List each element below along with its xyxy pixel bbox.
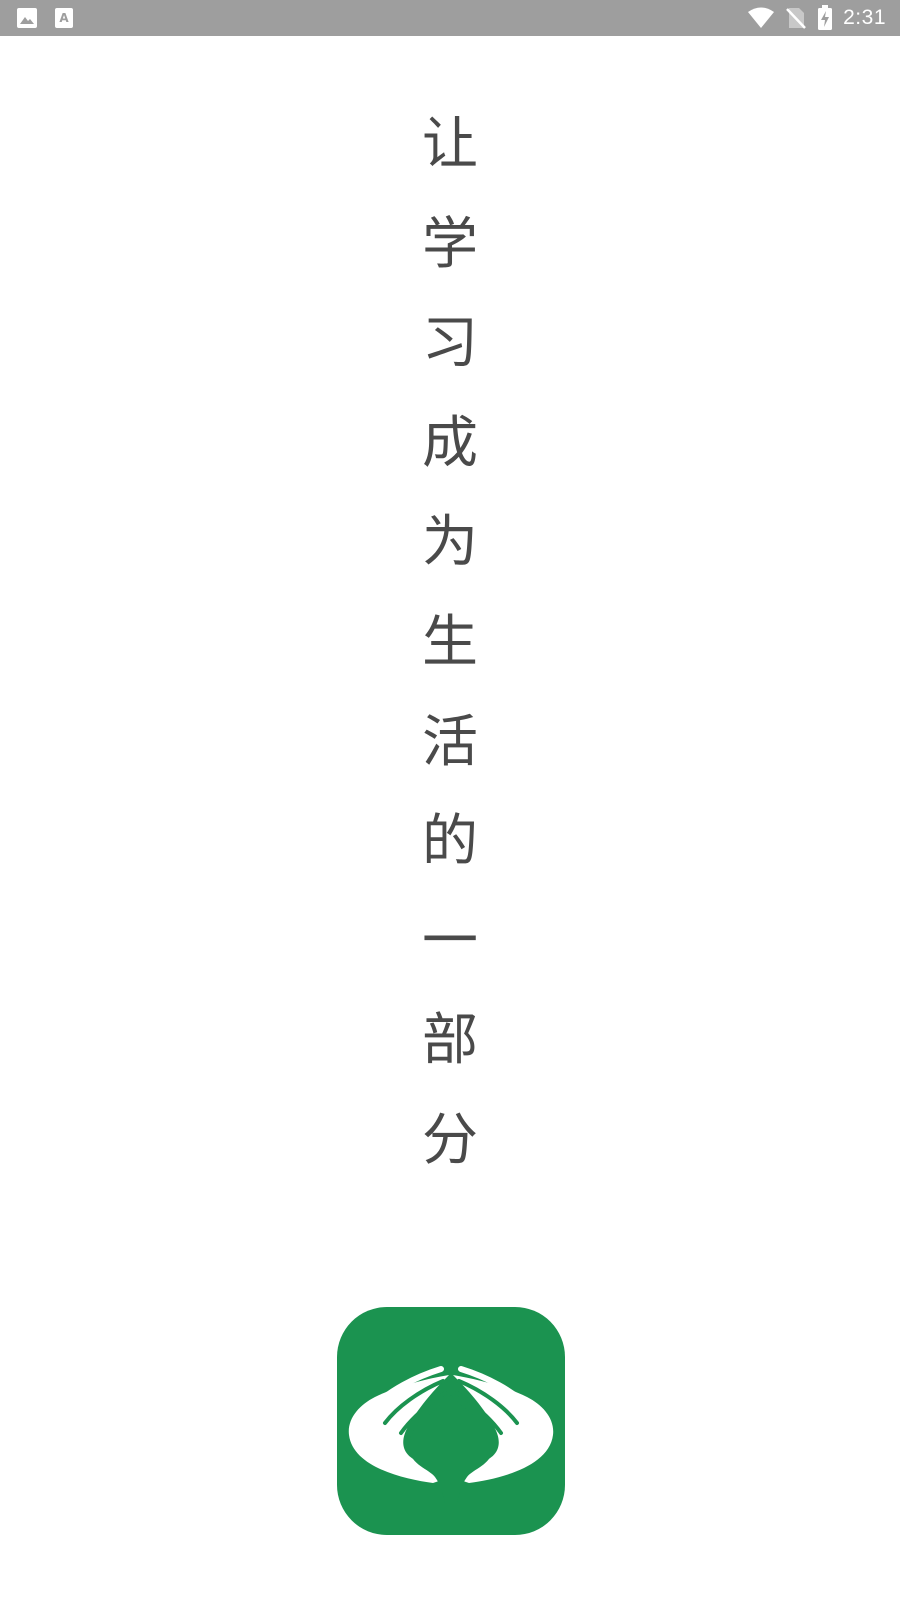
slogan-char: 学 — [422, 211, 478, 277]
battery-charging-icon — [817, 5, 833, 31]
slogan-char: 活 — [422, 709, 478, 775]
image-notification-icon — [16, 7, 38, 29]
slogan-char: 分 — [422, 1107, 478, 1173]
status-bar: A 2:31 — [0, 0, 900, 36]
slogan-char: 为 — [422, 510, 478, 576]
status-bar-notifications: A — [16, 6, 74, 30]
wifi-icon — [747, 7, 775, 29]
app-logo — [337, 1307, 565, 1535]
slogan-char: 习 — [422, 311, 478, 377]
hands-logo-icon — [337, 1307, 565, 1535]
slogan-char: 让 — [422, 112, 478, 177]
status-bar-system: 2:31 — [747, 4, 886, 32]
slogan-vertical-text: 让 学 习 成 为 生 活 的 一 部 分 — [405, 95, 495, 1191]
text-notification-icon: A — [54, 7, 74, 29]
slogan-char: 的 — [422, 809, 478, 875]
slogan-char: 部 — [422, 1008, 478, 1074]
slogan-char: 成 — [422, 410, 478, 476]
slogan-char: 一 — [422, 908, 478, 974]
slogan-char: 生 — [422, 609, 478, 675]
status-bar-time: 2:31 — [843, 6, 886, 29]
svg-text:A: A — [59, 11, 69, 25]
no-sim-icon — [785, 6, 807, 30]
